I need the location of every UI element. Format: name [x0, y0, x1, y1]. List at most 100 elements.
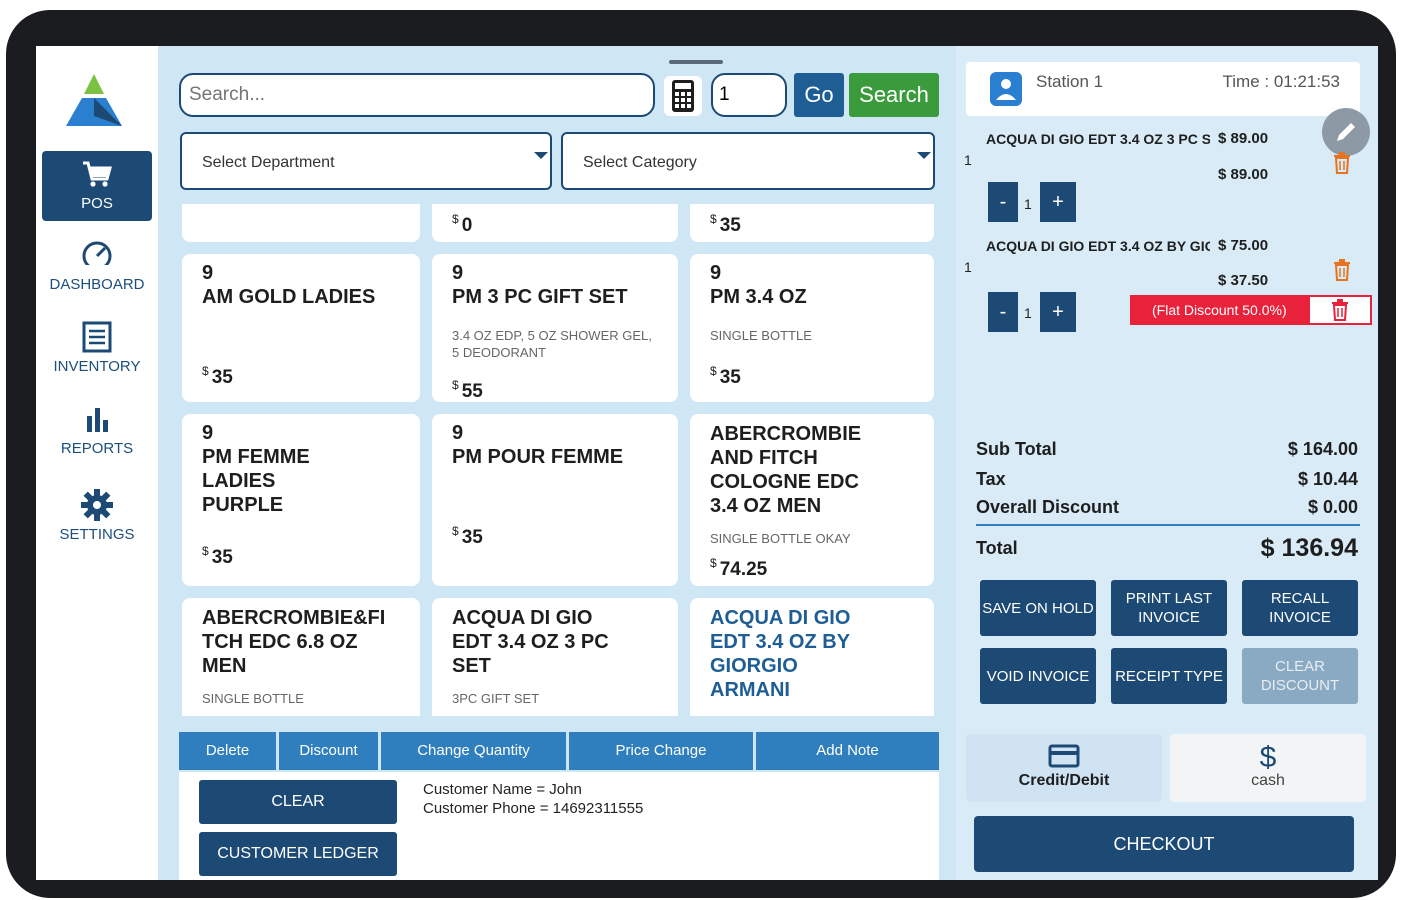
product-grid: $0 $35 9 AM GOLD LADIES $35 9 PM 3 PC GI…	[179, 204, 941, 716]
tablet-frame: POS DASHBOARD INVENTORY REPORTS SETTINGS…	[6, 10, 1396, 898]
subtotal-value: $ 164.00	[1287, 439, 1358, 459]
product-number: 9	[202, 422, 214, 444]
gear-icon	[81, 489, 113, 521]
product-card[interactable]: 9 PM 3 PC GIFT SET 3.4 OZ EDP, 5 OZ SHOW…	[432, 254, 678, 402]
nav-label: INVENTORY	[53, 358, 141, 375]
customer-info: Customer Name = John Customer Phone = 14…	[423, 780, 643, 818]
recall-invoice-button[interactable]: RECALL INVOICE	[1242, 580, 1358, 636]
checkout-button[interactable]: CHECKOUT	[974, 816, 1354, 872]
summary-divider	[976, 524, 1360, 526]
product-card[interactable]: 9 PM FEMME LADIES PURPLE $35	[182, 414, 420, 586]
increase-qty-button[interactable]: +	[1040, 182, 1076, 222]
sidebar: POS DASHBOARD INVENTORY REPORTS SETTINGS	[36, 46, 158, 880]
credit-debit-payment[interactable]: Credit/Debit	[966, 734, 1162, 802]
stepper-qty: 1	[1024, 305, 1032, 321]
edit-button[interactable]	[1322, 108, 1370, 156]
credit-card-icon	[1048, 744, 1080, 768]
total-label: Total	[976, 538, 1018, 558]
product-name: PM 3 PC GIFT SET	[452, 286, 628, 308]
nav-label: SETTINGS	[59, 526, 135, 543]
nav-label: POS	[81, 195, 113, 212]
product-number: 9	[710, 262, 722, 284]
decrease-qty-button[interactable]: -	[988, 182, 1018, 222]
increase-qty-button[interactable]: +	[1040, 292, 1076, 332]
product-name: ACQUA DI GIO EDT 3.4 OZ 3 PC SET	[452, 607, 609, 677]
price-change-button[interactable]: Price Change	[569, 732, 753, 770]
station-label: Station 1	[1036, 72, 1104, 91]
order-line-unit-price: $ 75.00	[1218, 237, 1269, 254]
nav-item-dashboard[interactable]: DASHBOARD	[42, 232, 152, 302]
product-number: 9	[452, 262, 464, 284]
print-last-invoice-button[interactable]: PRINT LAST INVOICE	[1111, 580, 1227, 636]
drag-handle[interactable]	[669, 60, 723, 64]
quantity-input[interactable]	[711, 73, 787, 117]
add-note-button[interactable]: Add Note	[756, 732, 939, 770]
nav-item-pos[interactable]: POS	[42, 151, 152, 221]
nav-label: DASHBOARD	[49, 276, 145, 293]
search-button[interactable]: Search	[849, 73, 939, 117]
change-quantity-button[interactable]: Change Quantity	[381, 732, 566, 770]
search-input[interactable]	[179, 73, 655, 117]
save-on-hold-button[interactable]: SAVE ON HOLD	[980, 580, 1096, 636]
order-line-qty: 1	[964, 152, 972, 168]
product-number: 9	[202, 262, 214, 284]
tax-label: Tax	[976, 469, 1006, 489]
nav-item-settings[interactable]: SETTINGS	[42, 482, 152, 552]
product-card[interactable]: 9 PM POUR FEMME $35	[432, 414, 678, 586]
product-card-selected[interactable]: ACQUA DI GIO EDT 3.4 OZ BY GIORGIO ARMAN…	[690, 598, 934, 716]
product-card[interactable]: 9 AM GOLD LADIES $35	[182, 254, 420, 402]
product-description: SINGLE BOTTLE	[710, 328, 812, 343]
void-invoice-button[interactable]: VOID INVOICE	[980, 648, 1096, 704]
app-logo-icon	[66, 74, 122, 126]
discount-button[interactable]: Discount	[279, 732, 378, 770]
product-card[interactable]: $35	[690, 204, 934, 242]
product-card[interactable]: ACQUA DI GIO EDT 3.4 OZ 3 PC SET 3PC GIF…	[432, 598, 678, 716]
subtotal-row: Sub Total $ 164.00	[976, 439, 1358, 460]
product-price: $35	[202, 364, 233, 388]
receipt-type-button[interactable]: RECEIPT TYPE	[1111, 648, 1227, 704]
customer-phone: Customer Phone = 14692311555	[423, 800, 644, 817]
delete-button[interactable]: Delete	[179, 732, 276, 770]
cart-icon	[83, 161, 112, 187]
product-name: PM POUR FEMME	[452, 446, 624, 468]
order-line-qty: 1	[964, 259, 972, 275]
nav-item-inventory[interactable]: INVENTORY	[42, 314, 152, 384]
clear-button[interactable]: CLEAR	[199, 780, 397, 824]
dropdown-arrow-icon	[917, 152, 931, 159]
product-card[interactable]	[182, 204, 420, 242]
product-card[interactable]: 9 PM 3.4 OZ SINGLE BOTTLE $35	[690, 254, 934, 402]
nav-item-reports[interactable]: REPORTS	[42, 396, 152, 466]
product-description: SINGLE BOTTLE OKAY	[710, 531, 851, 546]
bar-chart-icon	[87, 408, 108, 432]
product-description: 3PC GIFT SET	[452, 691, 540, 706]
decrease-qty-button[interactable]: -	[988, 292, 1018, 332]
remove-discount-button[interactable]	[1308, 295, 1372, 325]
nav-label: REPORTS	[60, 440, 134, 457]
station-time: Time : 01:21:53	[1222, 72, 1341, 91]
pencil-icon	[1337, 123, 1355, 141]
cash-label: cash	[1251, 772, 1285, 789]
product-description: 3.4 OZ EDP, 5 OZ SHOWER GEL, 5 DEODORANT	[452, 328, 652, 360]
product-card[interactable]: ABERCROMBIE&FI TCH EDC 6.8 OZ MEN SINGLE…	[182, 598, 420, 716]
cash-payment[interactable]: $ cash	[1170, 734, 1366, 802]
product-name: AM GOLD LADIES	[202, 286, 376, 308]
go-button[interactable]: Go	[794, 73, 844, 117]
department-select[interactable]: Select Department	[180, 132, 552, 190]
product-name: PM FEMME LADIES PURPLE	[202, 446, 310, 516]
customer-ledger-button[interactable]: CUSTOMER LEDGER	[199, 832, 397, 876]
product-price: $35	[452, 524, 483, 548]
tax-value: $ 10.44	[1297, 469, 1358, 489]
trash-icon[interactable]	[1332, 152, 1352, 174]
product-card[interactable]: $0	[432, 204, 678, 242]
product-number: 9	[452, 422, 464, 444]
product-name: ABERCROMBIE AND FITCH COLOGNE EDC 3.4 OZ…	[710, 423, 862, 517]
list-icon	[82, 321, 112, 353]
clear-discount-button[interactable]: CLEAR DISCOUNT	[1242, 648, 1358, 704]
app-screen: POS DASHBOARD INVENTORY REPORTS SETTINGS…	[36, 46, 1378, 880]
category-select[interactable]: Select Category	[561, 132, 935, 190]
trash-icon[interactable]	[1332, 259, 1352, 281]
product-card[interactable]: ABERCROMBIE AND FITCH COLOGNE EDC 3.4 OZ…	[690, 414, 934, 586]
calculator-icon	[672, 80, 694, 112]
product-price: $35	[202, 544, 233, 568]
barcode-scan-button[interactable]	[664, 76, 702, 116]
